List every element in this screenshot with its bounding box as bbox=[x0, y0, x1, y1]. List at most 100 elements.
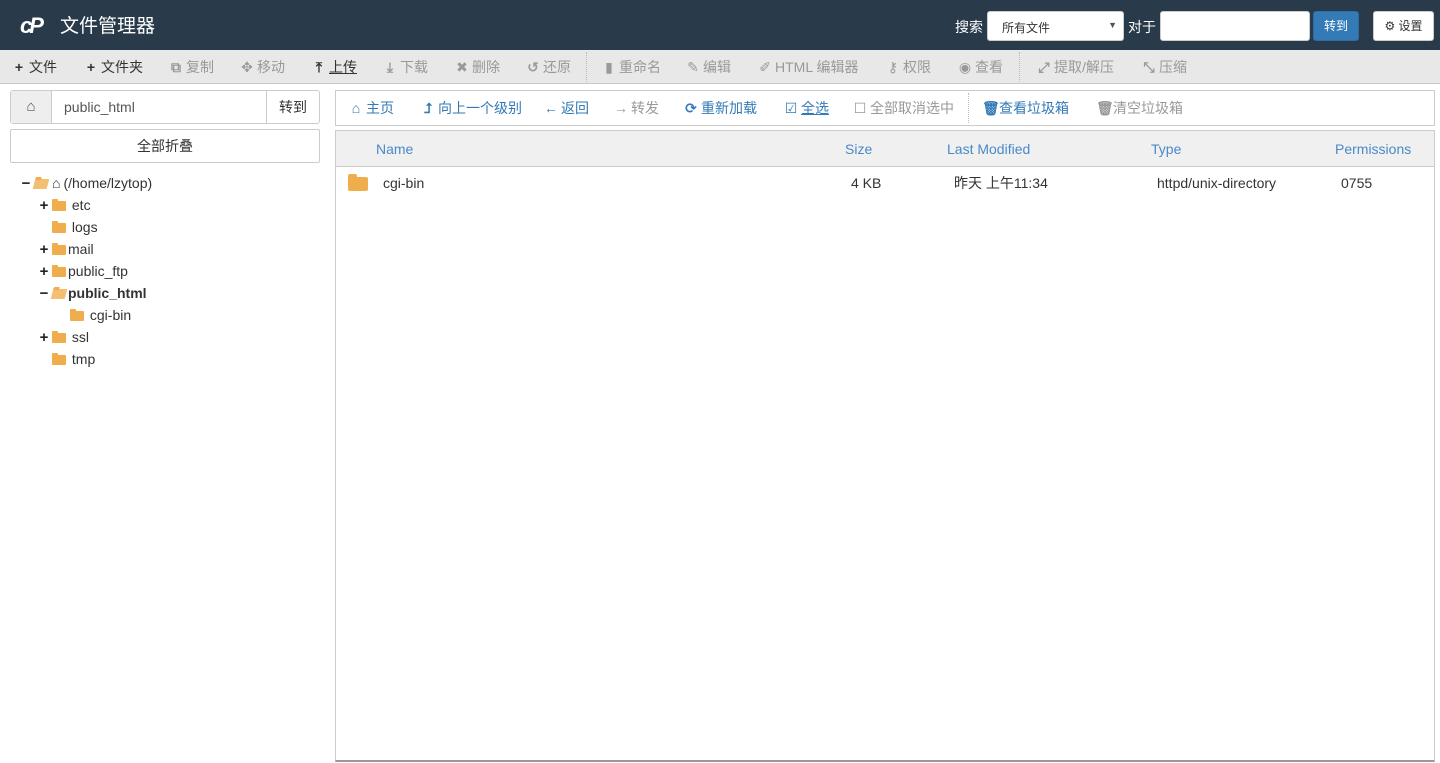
home-path-button[interactable]: ⌂ bbox=[11, 91, 52, 123]
home-button[interactable]: ⌂ 主页 bbox=[349, 91, 394, 125]
column-header-size[interactable]: Size bbox=[845, 131, 872, 167]
folder-open-icon bbox=[50, 289, 68, 299]
app-title: 文件管理器 bbox=[60, 16, 156, 37]
eye-icon: ◉ bbox=[958, 59, 972, 75]
collapse-toggle-icon[interactable]: − bbox=[20, 173, 32, 195]
compress-button[interactable]: ⤡ 压缩 bbox=[1142, 50, 1187, 84]
trash-icon: 🗑 bbox=[982, 100, 1000, 116]
settings-label: 设置 bbox=[1398, 19, 1423, 33]
extract-button[interactable]: ⤢ 提取/解压 bbox=[1037, 50, 1114, 84]
refresh-icon: ⟳ bbox=[685, 100, 697, 116]
new-file-button[interactable]: + 文件 bbox=[12, 50, 57, 84]
path-input[interactable]: public_html bbox=[64, 91, 135, 123]
delete-button[interactable]: ✖ 删除 bbox=[455, 50, 500, 84]
home-icon: ⌂ bbox=[26, 98, 36, 115]
tree-item-cgi-bin[interactable]: cgi-bin bbox=[68, 304, 131, 326]
expand-toggle-icon[interactable]: + bbox=[38, 195, 50, 217]
path-go-button[interactable]: 转到 bbox=[266, 91, 319, 123]
view-trash-button[interactable]: 🗑查看垃圾箱 bbox=[982, 91, 1069, 125]
nav-divider bbox=[968, 93, 969, 123]
folder-icon bbox=[52, 199, 66, 211]
forward-button[interactable]: → 转发 bbox=[614, 91, 659, 125]
expand-icon: ⤢ bbox=[1038, 59, 1050, 75]
delete-icon: ✖ bbox=[456, 59, 468, 75]
home-icon: ⌂ bbox=[52, 175, 61, 191]
column-header-permissions[interactable]: Permissions bbox=[1335, 131, 1411, 167]
upload-button[interactable]: ⤒ 上传 bbox=[312, 50, 357, 84]
restore-button[interactable]: ↺ 还原 bbox=[526, 50, 571, 84]
rename-button[interactable]: ▮ 重命名 bbox=[602, 50, 661, 84]
upload-icon: ⤒ bbox=[315, 59, 323, 75]
chevron-down-icon: ▼ bbox=[1108, 20, 1117, 30]
arrow-left-icon: ← bbox=[544, 100, 558, 116]
cpanel-logo[interactable]: cP bbox=[20, 13, 52, 39]
file-last-modified: 昨天 上午11:34 bbox=[954, 175, 1048, 191]
plus-icon: + bbox=[86, 59, 96, 75]
expand-toggle-icon[interactable]: + bbox=[38, 327, 50, 349]
navigation-bar: ⌂ 主页 ⮥ 向上一个级别 ← 返回 → 转发 ⟳ 重新加载 ☑ 全选 ☐ 全部取消选中 🗑查… bbox=[335, 90, 1435, 126]
for-label: 对于 bbox=[1128, 19, 1156, 35]
main-toolbar: + 文件 + 文件夹 ⧉ 复制 ✥ 移动 ⤒ 上传 ⤓ 下载 ✖ 删除 ↺ 还原 ▮ 重命名 ✎ 编… bbox=[0, 50, 1440, 84]
tree-item-public-html[interactable]: − public_html bbox=[38, 282, 147, 304]
toolbar-divider bbox=[1019, 52, 1020, 82]
expand-toggle-icon[interactable]: + bbox=[38, 239, 50, 261]
arrow-right-icon: → bbox=[614, 100, 628, 116]
gear-icon: ⚙ bbox=[1384, 19, 1396, 33]
up-one-level-button[interactable]: ⮥ 向上一个级别 bbox=[421, 91, 522, 125]
level-up-icon: ⮥ bbox=[423, 100, 433, 116]
folder-icon bbox=[52, 353, 66, 365]
file-list: Name Size Last Modified Type Permissions… bbox=[335, 130, 1435, 762]
move-button[interactable]: ✥ 移动 bbox=[240, 50, 285, 84]
column-header-name[interactable]: Name bbox=[376, 131, 413, 167]
checkbox-empty-icon: ☐ bbox=[853, 100, 867, 116]
folder-icon bbox=[348, 174, 368, 191]
back-button[interactable]: ← 返回 bbox=[544, 91, 589, 125]
select-all-button[interactable]: ☑ 全选 bbox=[784, 91, 829, 125]
search-input[interactable] bbox=[1160, 11, 1310, 41]
expand-toggle-icon[interactable]: + bbox=[38, 261, 50, 283]
checkbox-checked-icon: ☑ bbox=[784, 100, 798, 116]
tree-item-ssl[interactable]: + ssl bbox=[38, 326, 89, 348]
file-size: 4 KB bbox=[851, 175, 882, 191]
plus-icon: + bbox=[14, 59, 24, 75]
folder-icon bbox=[52, 265, 66, 277]
reload-button[interactable]: ⟳ 重新加载 bbox=[684, 91, 757, 125]
search-scope-value: 所有文件 bbox=[1002, 21, 1051, 35]
edit-button[interactable]: ✎ 编辑 bbox=[686, 50, 731, 84]
search-go-button[interactable]: 转到 bbox=[1313, 11, 1359, 41]
search-scope-select[interactable]: 所有文件 ▼ bbox=[987, 11, 1124, 41]
column-header-type[interactable]: Type bbox=[1151, 131, 1181, 167]
tree-item-tmp[interactable]: tmp bbox=[50, 348, 95, 370]
compress-icon: ⤡ bbox=[1143, 59, 1155, 75]
edit-square-icon: ✐ bbox=[759, 59, 771, 75]
collapse-toggle-icon[interactable]: − bbox=[38, 283, 50, 305]
folder-icon bbox=[52, 243, 66, 255]
pencil-icon: ✎ bbox=[687, 59, 699, 75]
table-row[interactable]: cgi-bin 4 KB 昨天 上午11:34 httpd/unix-direc… bbox=[336, 167, 1434, 199]
settings-button[interactable]: ⚙ 设置 bbox=[1373, 11, 1434, 41]
empty-trash-button[interactable]: 🗑清空垃圾箱 bbox=[1096, 91, 1183, 125]
permissions-button[interactable]: ⚷ 权限 bbox=[886, 50, 931, 84]
path-bar: ⌂ public_html 转到 bbox=[10, 90, 320, 124]
new-folder-button[interactable]: + 文件夹 bbox=[84, 50, 143, 84]
view-button[interactable]: ◉ 查看 bbox=[958, 50, 1003, 84]
folder-icon bbox=[70, 309, 84, 321]
tree-item-root[interactable]: − ⌂ (/home/lzytop) bbox=[20, 172, 153, 195]
file-name[interactable]: cgi-bin bbox=[383, 167, 424, 199]
tree-item-logs[interactable]: logs bbox=[50, 216, 98, 238]
top-header: cP 文件管理器 搜索 所有文件 ▼ 对于 转到 ⚙ 设置 bbox=[0, 0, 1440, 50]
file-icon: ▮ bbox=[605, 59, 613, 75]
download-button[interactable]: ⤓ 下载 bbox=[383, 50, 428, 84]
tree-item-mail[interactable]: + mail bbox=[38, 238, 94, 260]
tree-item-public-ftp[interactable]: + public_ftp bbox=[38, 260, 128, 282]
collapse-all-button[interactable]: 全部折叠 bbox=[10, 129, 320, 163]
tree-item-etc[interactable]: + etc bbox=[38, 194, 91, 216]
key-icon: ⚷ bbox=[887, 59, 899, 75]
unselect-all-button[interactable]: ☐ 全部取消选中 bbox=[853, 91, 954, 125]
copy-button[interactable]: ⧉ 复制 bbox=[169, 50, 214, 84]
download-icon: ⤓ bbox=[386, 59, 394, 75]
folder-open-icon bbox=[32, 179, 50, 189]
file-permissions: 0755 bbox=[1341, 175, 1373, 191]
html-editor-button[interactable]: ✐ HTML 编辑器 bbox=[758, 50, 858, 84]
column-header-last-modified[interactable]: Last Modified bbox=[947, 131, 1030, 167]
